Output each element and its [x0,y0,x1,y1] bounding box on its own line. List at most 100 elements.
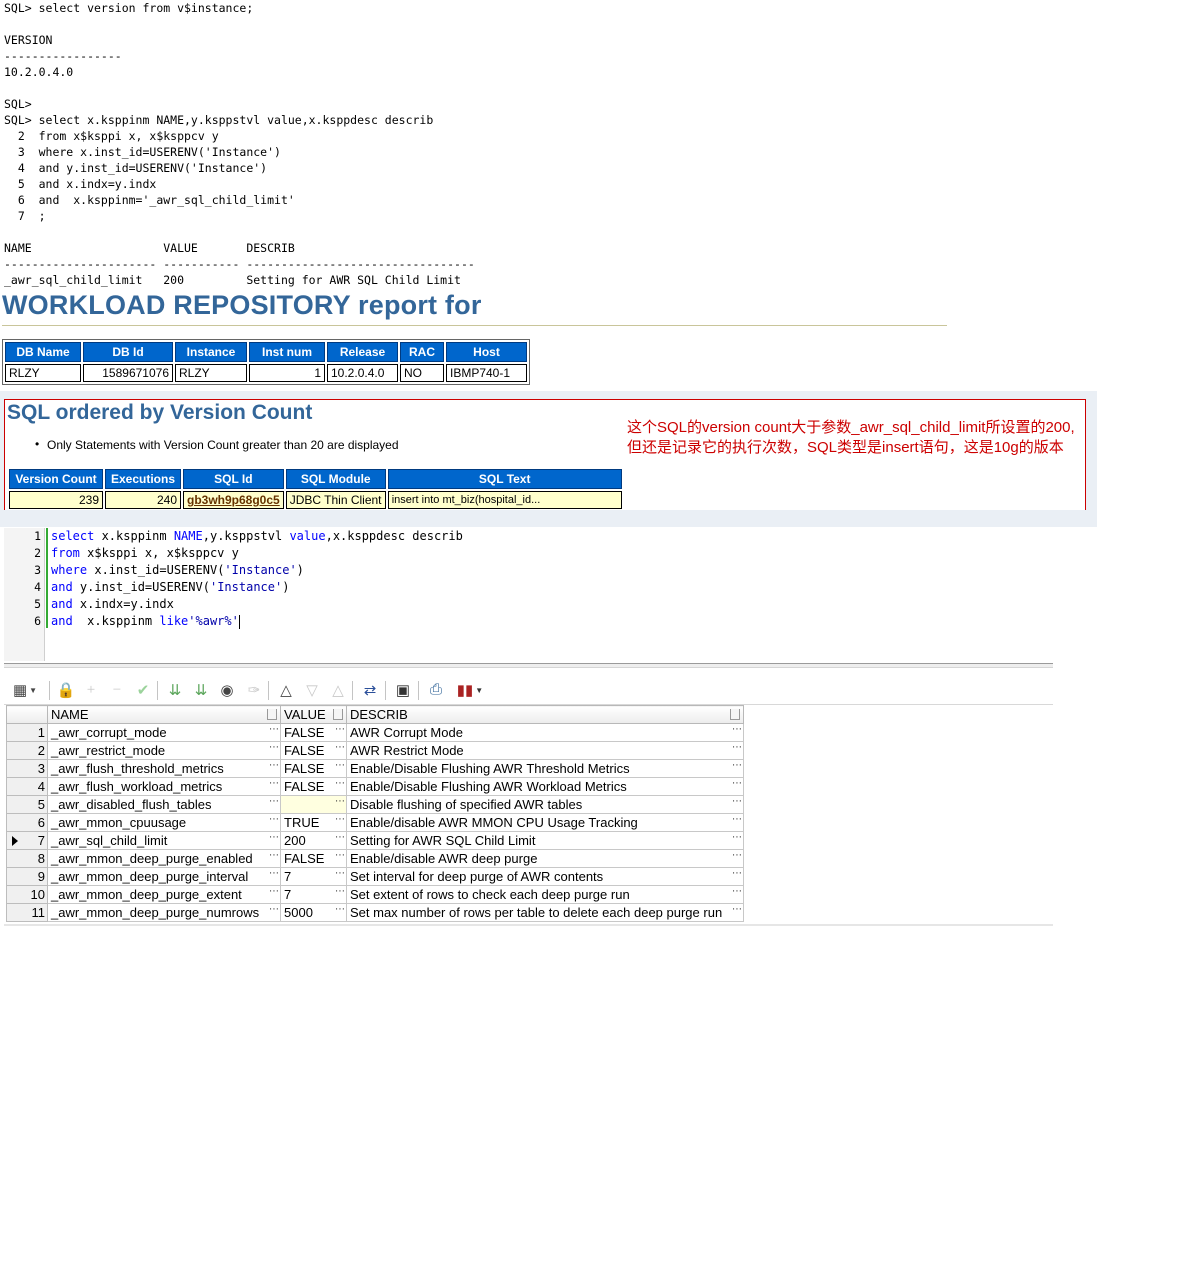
name-cell[interactable]: _awr_restrict_mode ⋯ [47,741,281,760]
results-grid[interactable]: NAME VALUE DESCRIB 1 _awr_corrupt_mode ⋯ FA… [6,705,744,922]
row-number-cell[interactable]: 3 [6,759,48,778]
column-header-value[interactable]: VALUE [280,705,347,724]
value-cell[interactable]: 5000 ⋯ [280,903,347,922]
cell-editor-ellipsis-icon[interactable]: ⋯ [335,904,345,915]
export-icon[interactable]: ⇄ [358,676,382,704]
cell-editor-ellipsis-icon[interactable]: ⋯ [335,850,345,861]
row-number-cell[interactable]: 10 [6,885,48,904]
cell-editor-ellipsis-icon[interactable]: ⋯ [732,814,742,825]
value-cell[interactable]: FALSE ⋯ [280,741,347,760]
cell-editor-ellipsis-icon[interactable]: ⋯ [732,886,742,897]
save-icon[interactable]: ▣ [391,676,415,704]
describ-cell[interactable]: AWR Corrupt Mode ⋯ [346,723,744,742]
cell-editor-ellipsis-icon[interactable]: ⋯ [335,724,345,735]
row-number-cell[interactable]: 1 [6,723,48,742]
cell-editor-ellipsis-icon[interactable]: ⋯ [269,868,279,879]
value-cell[interactable]: 7 ⋯ [280,867,347,886]
delete-record-icon[interactable]: − [105,676,129,704]
row-number-cell[interactable]: 2 [6,741,48,760]
name-cell[interactable]: _awr_mmon_deep_purge_interval ⋯ [47,867,281,886]
column-header-describ[interactable]: DESCRIB [346,705,744,724]
fetch-all-icon[interactable]: ⇊ [189,676,213,704]
cell-editor-ellipsis-icon[interactable]: ⋯ [335,814,345,825]
column-sort-grip-icon[interactable] [730,709,740,720]
row-number-cell[interactable]: 7 [6,831,48,850]
grid-menu-icon[interactable]: ▦ ▼ [8,676,42,704]
cell-editor-ellipsis-icon[interactable]: ⋯ [732,796,742,807]
describ-cell[interactable]: Enable/Disable Flushing AWR Workload Met… [346,777,744,796]
name-cell[interactable]: _awr_sql_child_limit ⋯ [47,831,281,850]
value-cell[interactable]: FALSE ⋯ [280,759,347,778]
describ-cell[interactable]: Disable flushing of specified AWR tables… [346,795,744,814]
cell-editor-ellipsis-icon[interactable]: ⋯ [269,742,279,753]
describ-cell[interactable]: AWR Restrict Mode ⋯ [346,741,744,760]
table-row[interactable]: 11 _awr_mmon_deep_purge_numrows ⋯ 5000 ⋯ Set … [6,903,744,922]
post-changes-icon[interactable]: ✔ [131,676,155,704]
describ-cell[interactable]: Set extent of rows to check each deep pu… [346,885,744,904]
describ-cell[interactable]: Enable/disable AWR MMON CPU Usage Tracki… [346,813,744,832]
value-cell[interactable]: FALSE ⋯ [280,849,347,868]
cell-editor-ellipsis-icon[interactable]: ⋯ [269,886,279,897]
describ-cell[interactable]: Enable/disable AWR deep purge ⋯ [346,849,744,868]
cell-editor-ellipsis-icon[interactable]: ⋯ [732,832,742,843]
describ-cell[interactable]: Set max number of rows per table to dele… [346,903,744,922]
code-line[interactable]: and x.indx=y.indx [51,596,463,613]
cell-editor-ellipsis-icon[interactable]: ⋯ [269,796,279,807]
filter-up-icon[interactable]: △ [326,676,350,704]
table-row[interactable]: 6 _awr_mmon_cpuusage ⋯ TRUE ⋯ Enable/disable … [6,813,744,832]
cell-editor-ellipsis-icon[interactable]: ⋯ [335,832,345,843]
cell-editor-ellipsis-icon[interactable]: ⋯ [335,886,345,897]
value-cell[interactable]: ⋯ [280,795,347,814]
add-record-icon[interactable]: + [79,676,103,704]
cell-editor-ellipsis-icon[interactable]: ⋯ [732,778,742,789]
sql-code-area[interactable]: select x.ksppinm NAME,y.ksppstvl value,x… [51,528,463,630]
cell-editor-ellipsis-icon[interactable]: ⋯ [335,778,345,789]
name-cell[interactable]: _awr_flush_threshold_metrics ⋯ [47,759,281,778]
table-row[interactable]: 8 _awr_mmon_deep_purge_enabled ⋯ FALSE ⋯ Enab… [6,849,744,868]
cell-editor-ellipsis-icon[interactable]: ⋯ [732,850,742,861]
describ-cell[interactable]: Set interval for deep purge of AWR conte… [346,867,744,886]
cell-editor-ellipsis-icon[interactable]: ⋯ [732,742,742,753]
cell-editor-ellipsis-icon[interactable]: ⋯ [732,904,742,915]
grid-corner[interactable] [6,705,48,724]
value-cell[interactable]: 7 ⋯ [280,885,347,904]
cell-editor-ellipsis-icon[interactable]: ⋯ [732,760,742,771]
column-header-name[interactable]: NAME [47,705,281,724]
table-row[interactable]: 10 _awr_mmon_deep_purge_extent ⋯ 7 ⋯ Set exte… [6,885,744,904]
table-row[interactable]: 3 _awr_flush_threshold_metrics ⋯ FALSE ⋯ Enab… [6,759,744,778]
cell-editor-ellipsis-icon[interactable]: ⋯ [335,796,345,807]
code-line[interactable]: select x.ksppinm NAME,y.ksppstvl value,x… [51,528,463,545]
table-row[interactable]: 4 _awr_flush_workload_metrics ⋯ FALSE ⋯ Enabl… [6,777,744,796]
describ-cell[interactable]: Enable/Disable Flushing AWR Threshold Me… [346,759,744,778]
code-line[interactable]: and y.inst_id=USERENV('Instance') [51,579,463,596]
value-cell[interactable]: TRUE ⋯ [280,813,347,832]
row-number-cell[interactable]: 9 [6,867,48,886]
cell-editor-ellipsis-icon[interactable]: ⋯ [269,760,279,771]
code-line[interactable]: from x$ksppi x, x$ksppcv y [51,545,463,562]
splitter-bar[interactable] [4,663,1053,668]
clear-icon[interactable]: ✑ [242,676,266,704]
cell-editor-ellipsis-icon[interactable]: ⋯ [335,742,345,753]
name-cell[interactable]: _awr_corrupt_mode ⋯ [47,723,281,742]
name-cell[interactable]: _awr_mmon_cpuusage ⋯ [47,813,281,832]
cell-editor-ellipsis-icon[interactable]: ⋯ [269,724,279,735]
cell-editor-ellipsis-icon[interactable]: ⋯ [732,868,742,879]
name-cell[interactable]: _awr_mmon_deep_purge_enabled ⋯ [47,849,281,868]
find-icon[interactable]: ◉ [215,676,239,704]
sql-id-link[interactable]: gb3wh9p68g0c5 [187,493,280,507]
row-number-cell[interactable]: 11 [6,903,48,922]
row-number-cell[interactable]: 8 [6,849,48,868]
table-row[interactable]: 1 _awr_corrupt_mode ⋯ FALSE ⋯ AWR Corrupt Mod… [6,723,744,742]
table-row[interactable]: 9 _awr_mmon_deep_purge_interval ⋯ 7 ⋯ Set int… [6,867,744,886]
table-row[interactable]: 2 _awr_restrict_mode ⋯ FALSE ⋯ AWR Restrict M… [6,741,744,760]
table-row[interactable]: 5 _awr_disabled_flush_tables ⋯ ⋯ Disable flu… [6,795,744,814]
table-row[interactable]: 7 _awr_sql_child_limit ⋯ 200 ⋯ Setting for AW… [6,831,744,850]
sql-editor[interactable]: 1 2 3 4 5 6 select x.ksppinm NAME,y.ksppstvl … [4,528,1053,661]
value-cell[interactable]: FALSE ⋯ [280,777,347,796]
cell-editor-ellipsis-icon[interactable]: ⋯ [269,832,279,843]
name-cell[interactable]: _awr_mmon_deep_purge_extent ⋯ [47,885,281,904]
cell-editor-ellipsis-icon[interactable]: ⋯ [269,778,279,789]
lock-icon[interactable]: 🔒 [54,676,78,704]
cell-editor-ellipsis-icon[interactable]: ⋯ [732,724,742,735]
cell-editor-ellipsis-icon[interactable]: ⋯ [335,760,345,771]
